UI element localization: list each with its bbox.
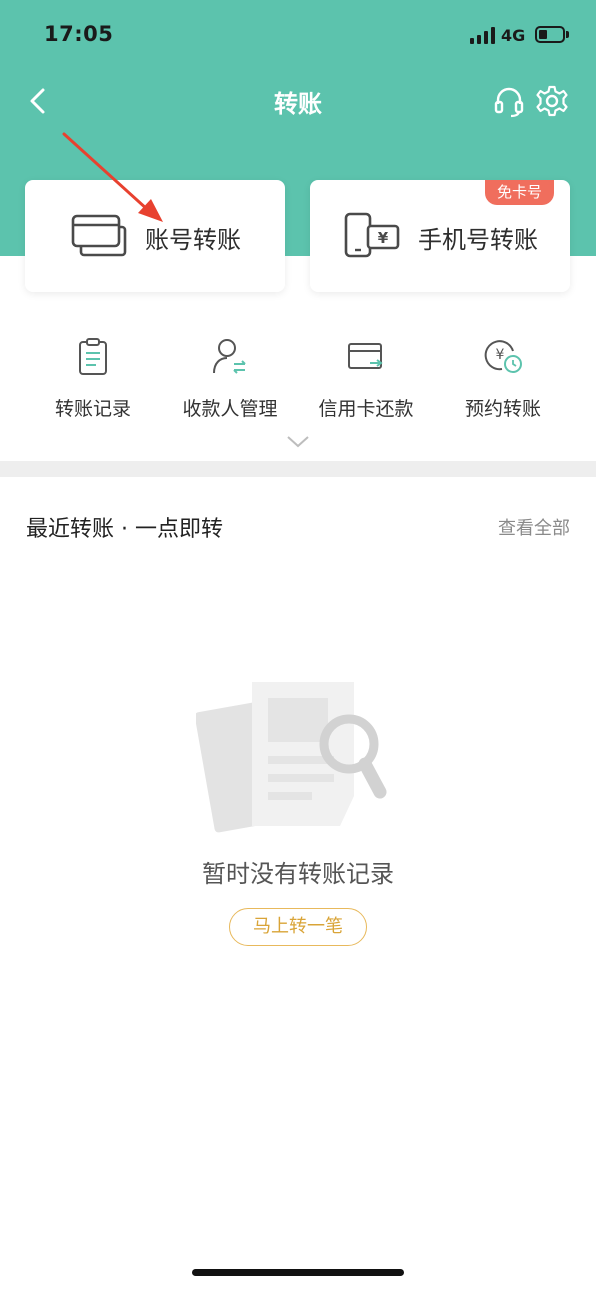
account-transfer-card[interactable]: 账号转账 [25, 180, 285, 292]
page-title: 转账 [274, 90, 322, 118]
section-divider [0, 461, 596, 477]
signal-icon [470, 27, 496, 44]
transfer-page: 17:05 4G 转账 账号转账 ¥ 手机号转账 免卡号 转账记录 收款人管理 … [0, 0, 596, 1289]
menu-label-scheduled-transfer: 预约转账 [464, 398, 541, 420]
gear-icon [536, 85, 568, 117]
scheduled-yuan-icon: ¥ [484, 340, 522, 373]
credit-card-repay-icon [348, 343, 383, 369]
battery-icon [535, 26, 569, 43]
menu-label-payee-management: 收款人管理 [182, 398, 278, 420]
view-all-link[interactable]: 查看全部 [498, 514, 570, 540]
home-indicator[interactable] [192, 1269, 404, 1276]
account-transfer-label: 账号转账 [145, 226, 241, 254]
menu-label-transfer-records: 转账记录 [54, 398, 131, 420]
svg-text:¥: ¥ [378, 229, 389, 247]
settings-button[interactable] [535, 84, 569, 118]
phone-transfer-label: 手机号转账 [418, 226, 538, 254]
headset-icon [494, 87, 524, 118]
svg-text:¥: ¥ [496, 347, 505, 363]
menu-item-transfer-records[interactable]: 转账记录 [23, 336, 163, 421]
transfer-now-button[interactable]: 马上转一笔 [229, 908, 367, 946]
phone-transfer-card[interactable]: ¥ 手机号转账 免卡号 [310, 180, 570, 292]
bank-card-icon [71, 214, 127, 257]
customer-service-button[interactable] [492, 84, 526, 118]
recent-transfers-title: 最近转账 · 一点即转 [26, 517, 223, 542]
menu-item-credit-card-repayment[interactable]: 信用卡还款 [296, 336, 436, 421]
no-card-badge: 免卡号 [484, 180, 554, 205]
network-label: 4G [501, 26, 526, 45]
menu-label-credit-card-repayment: 信用卡还款 [318, 398, 414, 420]
menu-item-scheduled-transfer[interactable]: ¥ 预约转账 [433, 336, 573, 421]
payee-person-icon [213, 339, 246, 374]
empty-records-message: 暂时没有转账记录 [202, 860, 394, 888]
status-time: 17:05 [44, 22, 114, 46]
expand-chevron-down-icon[interactable] [286, 435, 310, 449]
back-button[interactable] [24, 84, 54, 118]
menu-item-payee-management[interactable]: 收款人管理 [160, 336, 300, 421]
phone-yuan-icon: ¥ [344, 212, 400, 258]
clipboard-icon [79, 338, 107, 375]
chevron-left-icon [30, 88, 45, 114]
empty-records-illustration [196, 682, 387, 833]
